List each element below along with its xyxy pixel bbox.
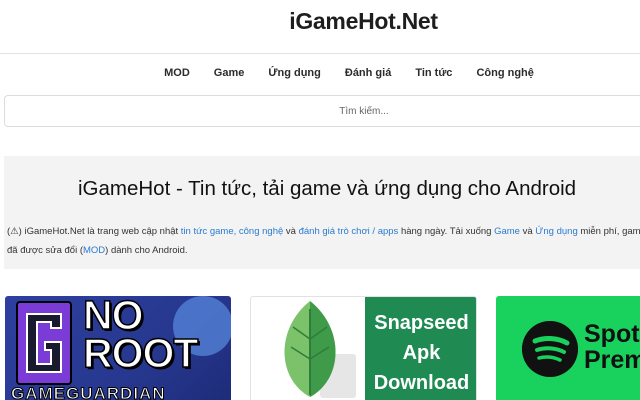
card-title-line: Download: [373, 372, 470, 394]
intro-text: hàng ngày. Tải xuống: [398, 226, 495, 237]
intro-text: iGameHot.Net là trang web cập nhật: [21, 226, 181, 237]
intro-section: iGameHot - Tin tức, tải game và ứng dụng…: [4, 156, 640, 269]
card-noroot-gameguardian[interactable]: NO ROOT GAMEGUARDIAN: [5, 296, 231, 400]
card-snapseed[interactable]: Snapseed Apk Download: [250, 296, 477, 400]
nav-item-ung-dung[interactable]: Ứng dụng: [268, 67, 321, 79]
intro-description: (⚠) iGameHot.Net là trang web cập nhật t…: [7, 222, 640, 260]
snapseed-leaf-icon: [284, 301, 356, 398]
site-logo[interactable]: iGameHot.Net: [0, 8, 640, 35]
gameguardian-logo-icon: [16, 301, 72, 385]
card-spotify[interactable]: Spot Prem: [496, 296, 640, 400]
card-title-line: Apk: [402, 342, 441, 364]
link-game[interactable]: Game: [494, 226, 520, 237]
intro-text: và: [519, 226, 536, 237]
intro-text: ) dành cho Android.: [105, 245, 188, 256]
nav-item-danh-gia[interactable]: Đánh giá: [345, 67, 391, 79]
card-subtitle: GAMEGUARDIAN: [11, 384, 166, 400]
warning-icon: (⚠): [7, 226, 22, 237]
card-title-panel: Snapseed Apk Download: [365, 297, 476, 400]
page-title: iGameHot - Tin tức, tải game và ứng dụng…: [78, 177, 577, 200]
intro-text: và: [283, 226, 299, 237]
nav-item-tin-tuc[interactable]: Tin tức: [415, 67, 452, 79]
main-nav: MOD Game Ứng dụng Đánh giá Tin tức Công …: [0, 55, 640, 90]
search-input[interactable]: [5, 96, 640, 126]
nav-item-cong-nghe[interactable]: Công nghệ: [476, 67, 533, 79]
nav-item-game[interactable]: Game: [214, 67, 245, 79]
card-title: NO ROOT: [82, 296, 199, 376]
nav-item-mod[interactable]: MOD: [164, 67, 190, 79]
card-title-line: Snapseed: [374, 312, 469, 334]
link-ung-dung[interactable]: Ứng dụng: [535, 226, 577, 237]
spotify-logo-icon: [522, 321, 578, 377]
search-box: [4, 95, 640, 127]
link-danh-gia[interactable]: đánh giá trò chơi / apps: [299, 226, 399, 237]
link-tin-tuc-game[interactable]: tin tức game, công nghệ: [181, 226, 283, 237]
post-cards: NO ROOT GAMEGUARDIAN Snapseed Apk Downloa…: [0, 296, 640, 400]
site-header: iGameHot.Net: [0, 0, 640, 54]
card-title: Spot Prem: [584, 320, 640, 374]
link-mod[interactable]: MOD: [83, 245, 105, 256]
